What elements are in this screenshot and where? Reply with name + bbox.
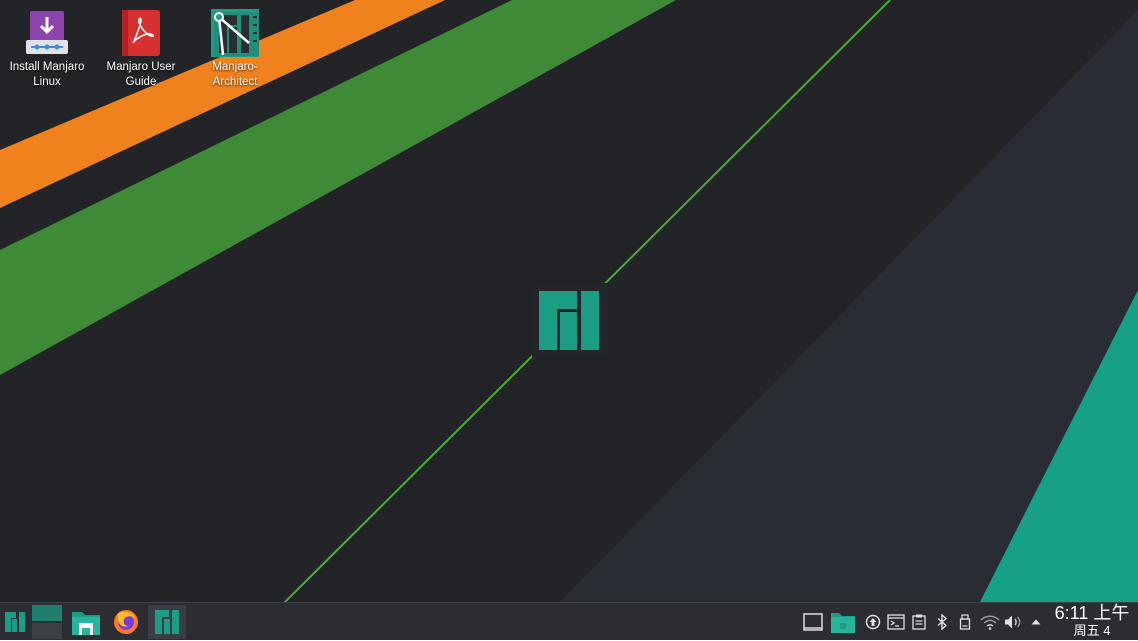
firefox-launcher[interactable]	[109, 605, 143, 639]
wifi-icon	[980, 615, 1000, 630]
bluetooth-button[interactable]	[931, 603, 953, 641]
clock-time: 6:11 上午	[1054, 603, 1130, 623]
tray-expand-icon	[1031, 619, 1041, 625]
clipboard-button[interactable]	[908, 603, 930, 641]
desktop-icon-manjaro-architect[interactable]: Manjaro-Architect	[193, 9, 277, 90]
digital-clock[interactable]: 6:11 上午 周五 4	[1050, 603, 1134, 639]
desktop-icon-user-guide[interactable]: Manjaro User Guide	[99, 9, 183, 90]
file-manager-icon	[72, 612, 100, 635]
pdf-document-icon	[122, 10, 160, 56]
manjaro-hello-task[interactable]	[148, 605, 186, 639]
terminal-icon	[887, 614, 905, 630]
manjaro-wallpaper	[0, 0, 1138, 602]
desktop[interactable]: Install Manjaro Linux Manjaro User Guide…	[0, 0, 1138, 602]
vault-folder-button[interactable]	[829, 603, 857, 641]
application-menu-button[interactable]	[2, 605, 28, 639]
manjaro-hello-icon	[155, 610, 179, 634]
volume-icon	[1005, 615, 1021, 629]
tray-expand-button[interactable]	[1025, 603, 1047, 641]
desktop-icon-label: Manjaro-Architect	[212, 61, 258, 88]
virtual-desktop-pager[interactable]	[31, 605, 63, 639]
terminal-button[interactable]	[885, 603, 907, 641]
clipboard-icon	[912, 614, 926, 630]
clock-date: 周五 4	[1073, 623, 1111, 638]
firefox-icon	[114, 610, 138, 634]
show-desktop-icon	[803, 613, 823, 631]
desktop-icon-label: Manjaro User Guide	[106, 61, 176, 88]
manjaro-logo-icon	[532, 283, 608, 357]
manjaro-menu-icon	[5, 612, 25, 632]
usb-drive-icon	[959, 614, 971, 630]
bluetooth-icon	[937, 614, 948, 630]
update-notifier-icon	[865, 614, 881, 630]
vault-folder-icon	[831, 613, 855, 633]
volume-button[interactable]	[1002, 603, 1024, 641]
install-download-icon	[26, 11, 68, 54]
update-notifier-button[interactable]	[862, 603, 884, 641]
show-desktop-button[interactable]	[802, 603, 824, 641]
desktop-icon-install-manjaro[interactable]: Install Manjaro Linux	[5, 9, 89, 90]
manjaro-architect-icon	[211, 9, 259, 57]
pager-icon	[32, 605, 62, 639]
usb-drive-button[interactable]	[954, 603, 976, 641]
wifi-button[interactable]	[978, 603, 1002, 641]
desktop-icon-label: Install Manjaro Linux	[9, 61, 85, 88]
file-manager-launcher[interactable]	[69, 605, 103, 639]
taskbar-panel: 6:11 上午 周五 4	[0, 602, 1138, 640]
